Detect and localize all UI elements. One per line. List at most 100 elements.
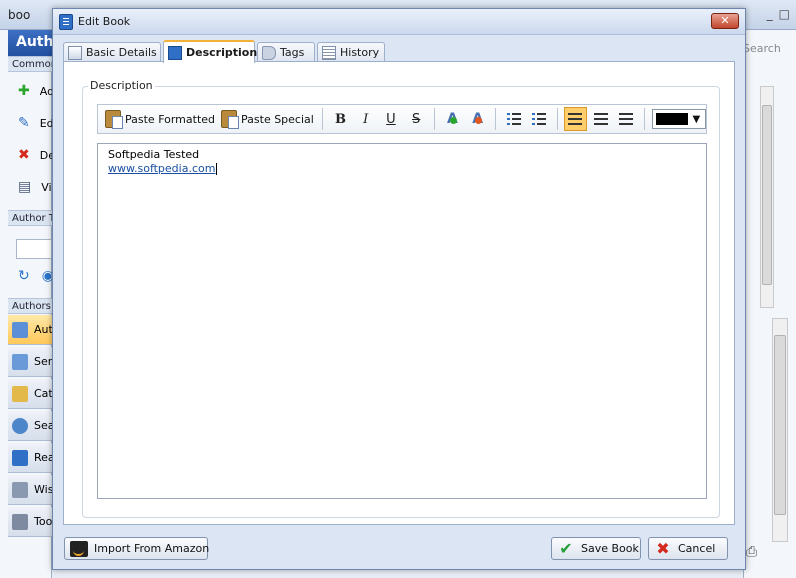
align-right-icon bbox=[618, 113, 633, 125]
editor-link[interactable]: www.softpedia.com bbox=[108, 162, 215, 175]
decrease-font-button[interactable]: A bbox=[466, 107, 489, 131]
right-scrollbar[interactable] bbox=[760, 86, 774, 308]
clipboard-special-icon bbox=[221, 110, 240, 129]
nav-search[interactable]: Search bbox=[8, 411, 52, 441]
description-editor[interactable]: Softpedia Tested www.softpedia.com bbox=[97, 143, 707, 499]
bullet-list-icon bbox=[506, 113, 521, 125]
align-center-icon bbox=[593, 113, 608, 125]
edit-book-dialog: Edit Book ✕ Basic Details Description Ta… bbox=[52, 8, 746, 570]
tab-tags[interactable]: Tags bbox=[257, 42, 315, 62]
numbered-list-button[interactable] bbox=[528, 107, 551, 131]
toolbar-separator bbox=[321, 108, 323, 130]
author-filter-input[interactable] bbox=[16, 239, 52, 259]
bold-button[interactable]: B bbox=[329, 107, 352, 131]
author-tools-row: ↻ ◉ bbox=[18, 268, 54, 284]
toolbar-separator bbox=[556, 108, 558, 130]
action-label: Edit bbox=[39, 116, 52, 130]
chevron-down-icon: ▼ bbox=[692, 113, 701, 125]
save-book-button[interactable]: ✔ Save Book bbox=[551, 537, 641, 560]
cancel-x-icon: ✖ bbox=[656, 539, 670, 558]
delete-icon: ✖ bbox=[18, 147, 30, 163]
align-right-button[interactable] bbox=[614, 107, 637, 131]
dialog-tabs: Basic Details Description Tags History bbox=[63, 40, 735, 63]
nav-categories[interactable]: Categories bbox=[8, 379, 52, 409]
right-scrollbar-lower[interactable] bbox=[772, 318, 788, 542]
wishlist-icon bbox=[12, 481, 28, 498]
nav-series[interactable]: Series bbox=[8, 347, 52, 377]
printer-icon[interactable]: ⎙ bbox=[746, 544, 757, 560]
categories-icon bbox=[12, 385, 28, 402]
scrollbar-thumb[interactable] bbox=[762, 105, 772, 285]
minimize-button[interactable]: _ bbox=[767, 7, 773, 21]
nav-authors[interactable]: Authors bbox=[8, 315, 52, 345]
description-group-label: Description bbox=[88, 79, 155, 92]
app-title: boo bbox=[8, 8, 31, 22]
common-section-header: Common bbox=[8, 56, 52, 72]
dialog-close-button[interactable]: ✕ bbox=[711, 13, 739, 29]
align-left-button[interactable] bbox=[563, 107, 588, 131]
editor-toolbar: Paste Formatted Paste Special B I U S A … bbox=[97, 104, 707, 134]
align-left-icon bbox=[568, 113, 583, 125]
action-delete[interactable]: ✖ Delete bbox=[18, 144, 52, 166]
toolbar-separator bbox=[433, 108, 435, 130]
toolbar-separator bbox=[495, 108, 497, 130]
nav-wishlist[interactable]: Wishlist bbox=[8, 475, 52, 505]
edit-pencil-icon: ✎ bbox=[18, 115, 30, 131]
add-icon: ✚ bbox=[18, 83, 30, 99]
reading-icon bbox=[12, 449, 28, 466]
refresh-icon[interactable]: ↻ bbox=[18, 268, 30, 284]
action-edit[interactable]: ✎ Edit bbox=[18, 112, 52, 134]
tab-description[interactable]: Description bbox=[163, 40, 257, 63]
series-icon bbox=[12, 353, 28, 370]
basic-details-icon bbox=[68, 45, 82, 60]
align-center-button[interactable] bbox=[589, 107, 612, 131]
paste-special-button[interactable]: Paste Special bbox=[218, 107, 317, 131]
clipboard-icon bbox=[105, 110, 123, 129]
italic-button[interactable]: I bbox=[354, 107, 377, 131]
action-label: Add bbox=[39, 84, 52, 98]
dialog-title: Edit Book bbox=[78, 15, 131, 28]
tab-basic-details[interactable]: Basic Details bbox=[63, 42, 161, 62]
nav-tools[interactable]: Tools bbox=[8, 507, 52, 537]
window-controls: _ □ bbox=[767, 7, 790, 21]
book-icon bbox=[59, 14, 73, 30]
search-icon bbox=[12, 417, 28, 434]
search-label: Search bbox=[743, 42, 781, 55]
underline-button[interactable]: U bbox=[379, 107, 402, 131]
history-icon bbox=[322, 45, 336, 60]
action-add[interactable]: ✚ Add bbox=[18, 80, 52, 102]
description-tab-panel: Description Paste Formatted Paste Specia… bbox=[63, 61, 735, 525]
toolbar-separator bbox=[643, 108, 645, 130]
bullet-list-button[interactable] bbox=[502, 107, 525, 131]
text-caret bbox=[216, 163, 218, 175]
description-icon bbox=[168, 45, 182, 60]
action-view[interactable]: ▤ View bbox=[18, 176, 52, 198]
authors-section-header: Authors bbox=[8, 298, 52, 314]
increase-font-button[interactable]: A bbox=[441, 107, 464, 131]
paste-formatted-button[interactable]: Paste Formatted bbox=[102, 107, 218, 131]
cancel-button[interactable]: ✖ Cancel bbox=[648, 537, 728, 560]
action-label: Delete bbox=[39, 148, 52, 162]
amazon-icon bbox=[70, 540, 88, 557]
tools-icon bbox=[12, 513, 28, 530]
author-panel-header: Author bbox=[8, 30, 52, 56]
font-grow-icon: A bbox=[447, 111, 458, 127]
tag-icon bbox=[262, 45, 276, 60]
strikethrough-button[interactable]: S bbox=[405, 107, 428, 131]
view-icon: ▤ bbox=[18, 179, 32, 195]
tab-history[interactable]: History bbox=[317, 42, 385, 62]
import-from-amazon-button[interactable]: Import From Amazon bbox=[64, 537, 209, 560]
scrollbar-thumb[interactable] bbox=[774, 335, 786, 515]
checkmark-icon: ✔ bbox=[559, 539, 573, 558]
authors-icon bbox=[12, 321, 28, 338]
maximize-button[interactable]: □ bbox=[779, 7, 790, 21]
text-color-select[interactable]: ▼ bbox=[651, 109, 706, 129]
author-tools-section-header: Author T bbox=[8, 210, 52, 226]
font-shrink-icon: A bbox=[472, 111, 483, 127]
color-swatch bbox=[655, 113, 688, 125]
nav-reading[interactable]: Reading bbox=[8, 443, 52, 473]
editor-text-line: Softpedia Tested bbox=[108, 148, 200, 161]
action-label: View bbox=[41, 180, 52, 194]
numbered-list-icon bbox=[532, 113, 547, 125]
dialog-titlebar: Edit Book ✕ bbox=[53, 9, 745, 35]
